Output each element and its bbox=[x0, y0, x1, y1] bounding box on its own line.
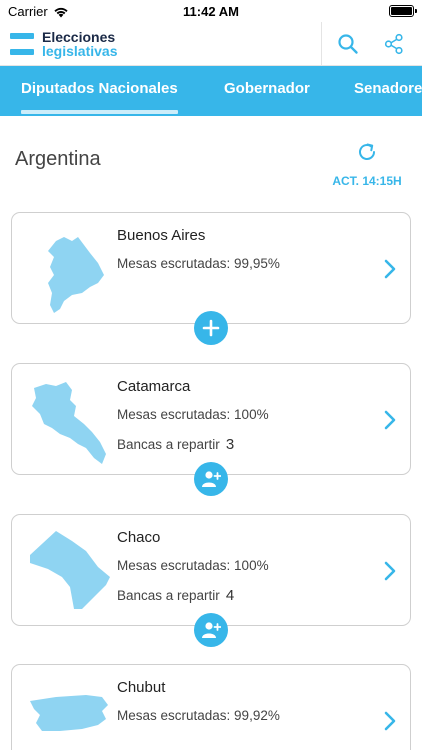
header-divider bbox=[321, 22, 322, 66]
bancas-label: Bancas a repartir bbox=[117, 437, 220, 452]
add-person-icon bbox=[202, 471, 221, 487]
tab-senadores[interactable]: Senadores bbox=[354, 66, 422, 116]
province-name: Buenos Aires bbox=[117, 227, 206, 244]
chevron-right-icon bbox=[384, 561, 396, 581]
last-update-label: ACT. 14:15H bbox=[332, 174, 402, 188]
candidates-button[interactable] bbox=[194, 613, 228, 647]
candidates-button[interactable] bbox=[194, 462, 228, 496]
app-header: Elecciones legislativas bbox=[0, 22, 422, 66]
bancas-a-repartir: Bancas a repartir 3 bbox=[117, 436, 234, 453]
buenos-aires-map-icon bbox=[48, 237, 104, 313]
province-card-catamarca[interactable]: Catamarca Mesas escrutadas: 100% Bancas … bbox=[11, 363, 411, 475]
plus-icon bbox=[202, 319, 220, 337]
chaco-map-icon bbox=[30, 531, 110, 609]
mesas-escrutadas: Mesas escrutadas: 99,92% bbox=[117, 708, 280, 723]
battery-icon bbox=[389, 5, 417, 17]
mesas-escrutadas: Mesas escrutadas: 99,95% bbox=[117, 256, 280, 271]
province-name: Catamarca bbox=[117, 378, 191, 395]
bancas-value: 3 bbox=[225, 436, 235, 453]
mesas-escrutadas: Mesas escrutadas: 100% bbox=[117, 407, 269, 422]
province-name: Chubut bbox=[117, 679, 166, 696]
refresh-button[interactable]: ACT. 14:15H bbox=[328, 140, 406, 188]
refresh-icon bbox=[359, 143, 375, 160]
share-icon bbox=[384, 33, 403, 55]
search-button[interactable] bbox=[334, 30, 362, 58]
mesas-escrutadas: Mesas escrutadas: 100% bbox=[117, 558, 269, 573]
share-button[interactable] bbox=[380, 30, 408, 58]
catamarca-map-icon bbox=[32, 382, 106, 464]
bancas-value: 4 bbox=[225, 587, 235, 604]
clock: 11:42 AM bbox=[183, 4, 239, 19]
flag-icon bbox=[10, 33, 34, 55]
chevron-right-icon bbox=[384, 259, 396, 279]
search-icon bbox=[338, 34, 358, 54]
tab-bar: Diputados Nacionales Gobernador Senadore… bbox=[0, 66, 422, 116]
chubut-map-icon bbox=[30, 695, 108, 731]
bancas-a-repartir: Bancas a repartir 4 bbox=[117, 587, 234, 604]
add-person-icon bbox=[202, 622, 221, 638]
province-name: Chaco bbox=[117, 529, 161, 546]
status-bar: Carrier 11:42 AM bbox=[0, 0, 422, 22]
chevron-right-icon bbox=[384, 410, 396, 430]
expand-button[interactable] bbox=[194, 311, 228, 345]
chevron-right-icon bbox=[384, 711, 396, 731]
tab-diputados-nacionales[interactable]: Diputados Nacionales bbox=[21, 66, 178, 116]
province-card-chaco[interactable]: Chaco Mesas escrutadas: 100% Bancas a re… bbox=[11, 514, 411, 626]
region-title: Argentina bbox=[15, 148, 101, 170]
tab-gobernador[interactable]: Gobernador bbox=[224, 66, 310, 116]
logo-subtitle: legislativas bbox=[42, 43, 118, 59]
province-card-buenos-aires[interactable]: Buenos Aires Mesas escrutadas: 99,95% bbox=[11, 212, 411, 324]
app-logo: Elecciones legislativas bbox=[10, 28, 118, 60]
logo-title: Elecciones bbox=[42, 29, 116, 45]
province-card-chubut[interactable]: Chubut Mesas escrutadas: 99,92% bbox=[11, 664, 411, 750]
bancas-label: Bancas a repartir bbox=[117, 588, 220, 603]
